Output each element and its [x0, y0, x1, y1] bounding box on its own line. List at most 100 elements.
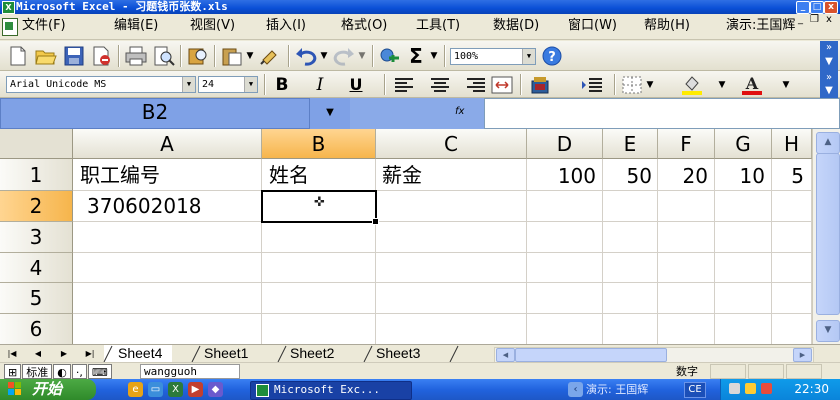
- redo-icon[interactable]: [332, 44, 356, 68]
- chevron-down-icon[interactable]: ▼: [182, 77, 195, 92]
- row-header-4[interactable]: 4: [0, 253, 73, 283]
- ime-logo-icon[interactable]: ⊞: [4, 364, 22, 379]
- menu-data[interactable]: 数据(D): [493, 14, 539, 40]
- research-icon[interactable]: [186, 44, 210, 68]
- column-header-a[interactable]: A: [73, 129, 262, 159]
- insert-function-icon[interactable]: fx: [455, 106, 464, 117]
- cell-e1[interactable]: 50: [603, 161, 652, 191]
- doc-close-button[interactable]: x: [826, 8, 832, 34]
- paste-icon[interactable]: [220, 44, 244, 68]
- cell-g1[interactable]: 10: [715, 161, 765, 191]
- merge-center-icon[interactable]: [490, 73, 514, 97]
- help-icon[interactable]: ?: [540, 44, 564, 68]
- scroll-right-icon[interactable]: ▶: [793, 348, 812, 362]
- chevron-down-icon[interactable]: ▼: [310, 98, 350, 129]
- network-icon[interactable]: [729, 383, 740, 394]
- toolbar-options-icon[interactable]: » ▼: [820, 71, 838, 98]
- scroll-down-icon[interactable]: ▼: [816, 320, 840, 342]
- row-header-5[interactable]: 5: [0, 283, 73, 314]
- security-icon[interactable]: [761, 383, 772, 394]
- font-size-select[interactable]: 24 ▼: [198, 76, 258, 93]
- doc-restore-button[interactable]: ❐: [810, 8, 819, 34]
- chevron-down-icon[interactable]: ▼: [522, 49, 535, 64]
- print-icon[interactable]: [124, 44, 148, 68]
- ime-mode[interactable]: 标准: [22, 364, 53, 379]
- scroll-thumb[interactable]: [816, 153, 840, 315]
- align-center-icon[interactable]: [428, 73, 452, 97]
- cell-c1[interactable]: 薪金: [382, 160, 422, 190]
- italic-button[interactable]: I: [308, 73, 332, 97]
- volume-icon[interactable]: [745, 383, 756, 394]
- save-icon[interactable]: [62, 44, 86, 68]
- cell-a1[interactable]: 职工编号: [80, 160, 160, 190]
- menu-edit[interactable]: 编辑(E): [114, 14, 158, 40]
- cell-f1[interactable]: 20: [658, 161, 708, 191]
- borders-dropdown-icon[interactable]: ▼: [644, 73, 656, 97]
- open-icon[interactable]: [34, 44, 58, 68]
- scroll-left-icon[interactable]: ◀: [496, 348, 515, 362]
- taskbar-excel-button[interactable]: Microsoft Exc...: [250, 381, 412, 400]
- menu-format[interactable]: 格式(O): [341, 14, 387, 40]
- column-header-h[interactable]: H: [772, 129, 812, 159]
- row-header-3[interactable]: 3: [0, 222, 73, 253]
- font-color-dropdown-icon[interactable]: ▼: [780, 73, 792, 97]
- punctuation-icon[interactable]: ·,: [71, 364, 87, 379]
- redo-dropdown-icon[interactable]: ▼: [356, 44, 368, 68]
- quicklaunch-media-icon[interactable]: ▶: [188, 382, 203, 397]
- halfwidth-icon[interactable]: ◐: [53, 364, 71, 379]
- bold-button[interactable]: B: [270, 73, 294, 97]
- formula-input[interactable]: [484, 98, 840, 129]
- scroll-up-icon[interactable]: ▲: [816, 132, 840, 154]
- cell-d1[interactable]: 100: [527, 161, 596, 191]
- toolbar-options-icon[interactable]: » ▼: [820, 41, 838, 71]
- hyperlink-icon[interactable]: [378, 44, 402, 68]
- cell-h1[interactable]: 5: [772, 161, 804, 191]
- language-indicator[interactable]: CE: [684, 382, 706, 398]
- horizontal-scrollbar[interactable]: ◀ ▶: [494, 347, 814, 363]
- print-preview-icon[interactable]: [152, 44, 176, 68]
- align-left-icon[interactable]: [392, 73, 416, 97]
- autosum-icon[interactable]: Σ: [404, 44, 428, 68]
- align-right-icon[interactable]: [464, 73, 488, 97]
- undo-icon[interactable]: [294, 44, 318, 68]
- increase-indent-icon[interactable]: [580, 73, 604, 97]
- paste-dropdown-icon[interactable]: ▼: [244, 44, 256, 68]
- menu-view[interactable]: 视图(V): [190, 14, 235, 40]
- quicklaunch-app-icon[interactable]: ◆: [208, 382, 223, 397]
- quicklaunch-excel-icon[interactable]: X: [168, 382, 183, 397]
- hscroll-thumb[interactable]: [515, 348, 667, 362]
- menu-file[interactable]: 文件(F): [22, 14, 66, 40]
- row-header-6[interactable]: 6: [0, 314, 73, 344]
- soft-keyboard-icon[interactable]: ⌨: [87, 364, 112, 379]
- currency-style-icon[interactable]: [528, 73, 552, 97]
- autosum-dropdown-icon[interactable]: ▼: [428, 44, 440, 68]
- start-button[interactable]: 开始: [0, 379, 96, 400]
- row-header-1[interactable]: 1: [0, 159, 73, 191]
- column-header-e[interactable]: E: [603, 129, 658, 159]
- quicklaunch-desktop-icon[interactable]: ▭: [148, 382, 163, 397]
- font-name-select[interactable]: Arial Unicode MS ▼: [6, 76, 196, 93]
- cell-b1[interactable]: 姓名: [269, 160, 309, 190]
- doc-minimize-button[interactable]: _: [798, 8, 803, 34]
- font-color-icon[interactable]: A: [740, 73, 764, 97]
- menu-tools[interactable]: 工具(T): [416, 14, 460, 40]
- fill-color-dropdown-icon[interactable]: ▼: [716, 73, 728, 97]
- select-all-corner[interactable]: [0, 129, 73, 159]
- column-header-g[interactable]: G: [715, 129, 772, 159]
- quicklaunch-ie-icon[interactable]: e: [128, 382, 143, 397]
- new-icon[interactable]: [6, 44, 30, 68]
- borders-icon[interactable]: [620, 73, 644, 97]
- tray-arrow-icon[interactable]: ‹: [568, 382, 583, 397]
- underline-button[interactable]: U: [344, 73, 368, 97]
- menu-insert[interactable]: 插入(I): [266, 14, 306, 40]
- column-header-b[interactable]: B: [262, 129, 376, 159]
- undo-dropdown-icon[interactable]: ▼: [318, 44, 330, 68]
- menu-window[interactable]: 窗口(W): [568, 14, 617, 40]
- fill-color-icon[interactable]: [680, 73, 704, 97]
- permission-icon[interactable]: [90, 44, 114, 68]
- zoom-select[interactable]: 100% ▼: [450, 48, 536, 65]
- column-header-f[interactable]: F: [658, 129, 715, 159]
- chevron-down-icon[interactable]: ▼: [244, 77, 257, 92]
- format-painter-icon[interactable]: [258, 44, 282, 68]
- column-header-d[interactable]: D: [527, 129, 603, 159]
